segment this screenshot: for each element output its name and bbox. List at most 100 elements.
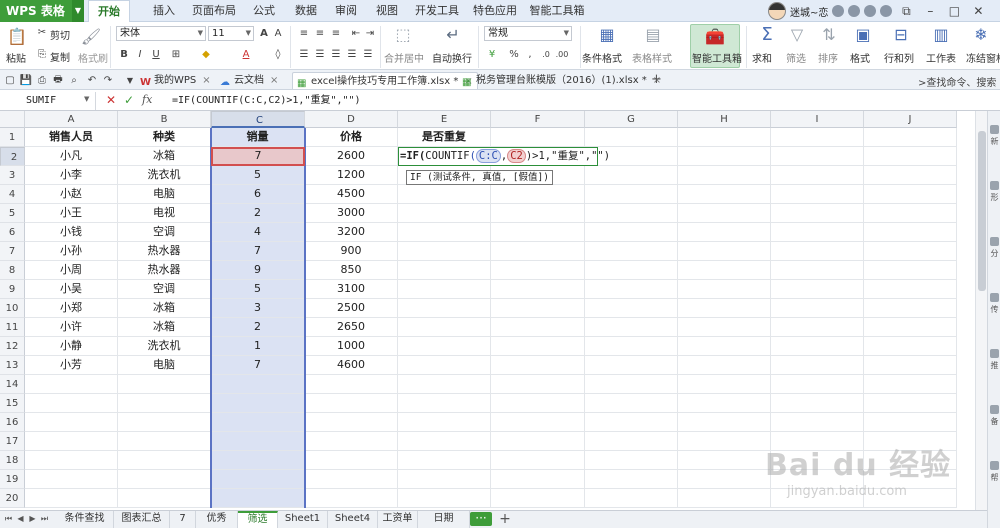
cell[interactable] — [678, 489, 771, 508]
font-grow-icon[interactable]: A — [258, 27, 270, 39]
align-middle-icon[interactable]: ≡ — [314, 27, 326, 39]
underline-icon[interactable]: U — [150, 48, 162, 60]
cell[interactable] — [771, 413, 864, 432]
cell[interactable] — [678, 223, 771, 242]
sum-button[interactable]: 求和 — [752, 50, 772, 65]
row-header[interactable]: 20 — [0, 489, 25, 508]
table-cell[interactable]: 热水器 — [118, 261, 211, 280]
print-icon[interactable]: 🖶 — [52, 74, 64, 86]
sort-button[interactable]: 排序 — [818, 50, 838, 65]
table-cell[interactable]: 2 — [211, 318, 305, 337]
cell[interactable] — [491, 185, 585, 204]
vertical-scrollbar[interactable] — [975, 111, 987, 510]
cell[interactable] — [678, 128, 771, 147]
cell[interactable] — [864, 375, 957, 394]
cell[interactable] — [118, 394, 211, 413]
paste-icon[interactable]: 📋 — [6, 26, 28, 46]
cell[interactable] — [771, 470, 864, 489]
table-style-button[interactable]: 表格样式 — [632, 50, 672, 65]
cell[interactable] — [118, 375, 211, 394]
sheet-tab[interactable]: 日期 — [418, 511, 470, 528]
font-name-select[interactable]: 宋体 ▼ — [116, 26, 206, 41]
cell[interactable] — [25, 451, 118, 470]
table-cell[interactable]: 小凡 — [25, 147, 118, 166]
cell[interactable] — [864, 470, 957, 489]
row-header[interactable]: 12 — [0, 337, 25, 356]
function-icon[interactable]: fx — [142, 93, 152, 106]
table-cell[interactable]: 4 — [211, 223, 305, 242]
next-sheet-icon[interactable]: ▶ — [28, 512, 37, 526]
new-tab-icon[interactable]: + — [651, 72, 662, 87]
toolbox-icon[interactable]: 🧰 — [704, 26, 726, 46]
sheet-tab[interactable]: 优秀 — [196, 511, 238, 528]
cell[interactable] — [398, 394, 491, 413]
row-header[interactable]: 13 — [0, 356, 25, 375]
cell[interactable] — [585, 223, 678, 242]
skin-icon[interactable] — [832, 5, 845, 17]
currency-icon[interactable]: ¥ — [486, 48, 498, 60]
feedback-icon[interactable] — [880, 5, 893, 17]
cell[interactable] — [864, 280, 957, 299]
right-panel-item[interactable]: 传 — [988, 293, 1000, 333]
cell[interactable] — [398, 451, 491, 470]
cell[interactable] — [211, 489, 305, 508]
cell[interactable] — [864, 432, 957, 451]
cancel-icon[interactable]: ✕ — [106, 93, 116, 107]
table-cell[interactable]: 1 — [211, 337, 305, 356]
cell[interactable] — [585, 451, 678, 470]
cell[interactable] — [211, 451, 305, 470]
sheet-tab[interactable]: 工资单 — [378, 511, 418, 528]
cell[interactable] — [305, 375, 398, 394]
table-cell[interactable]: 电视 — [118, 204, 211, 223]
row-header[interactable]: 19 — [0, 470, 25, 489]
tab-menu-7[interactable]: 开发工具 — [412, 0, 462, 22]
cell[interactable] — [771, 375, 864, 394]
cell[interactable] — [585, 470, 678, 489]
table-cell[interactable]: 2 — [211, 204, 305, 223]
close-icon[interactable]: × — [270, 75, 278, 86]
paste-button[interactable]: 粘贴 — [6, 50, 26, 65]
cell[interactable] — [118, 413, 211, 432]
row-header[interactable]: 16 — [0, 413, 25, 432]
scroll-thumb[interactable] — [978, 131, 986, 291]
percent-icon[interactable]: % — [508, 48, 520, 60]
cell[interactable] — [305, 413, 398, 432]
table-cell[interactable]: 9 — [211, 261, 305, 280]
cell[interactable] — [305, 470, 398, 489]
bold-icon[interactable]: B — [118, 48, 130, 60]
sheet-tab[interactable]: 7 — [170, 511, 196, 528]
cell[interactable] — [864, 394, 957, 413]
minimize-icon[interactable]: – — [920, 2, 940, 20]
sort-icon[interactable]: ⇅ — [818, 24, 840, 44]
align-bottom-icon[interactable]: ≡ — [330, 27, 342, 39]
fill-color-icon[interactable]: ◆ — [200, 48, 212, 60]
tab-menu-5[interactable]: 审阅 — [330, 0, 362, 22]
brush-icon[interactable]: 🖌 — [80, 26, 102, 46]
column-header-b[interactable]: B — [118, 111, 211, 128]
doc-tab-cloud[interactable]: ☁ 云文档 × — [220, 72, 278, 89]
table-cell[interactable]: 900 — [305, 242, 398, 261]
spreadsheet-grid[interactable]: A B C D E F G H I J 1 销售人员 种类 销量 价格 是否重复 2 小凡 冰箱 7 2600 3 小李 洗衣… — [0, 111, 975, 510]
cell[interactable] — [118, 489, 211, 508]
table-cell[interactable]: 空调 — [118, 223, 211, 242]
cell[interactable] — [585, 489, 678, 508]
add-sheet-button[interactable]: + — [498, 511, 512, 527]
tab-home[interactable]: 开始 — [88, 0, 130, 23]
cell[interactable] — [771, 185, 864, 204]
table-cell[interactable]: 2600 — [305, 147, 398, 166]
table-cell[interactable]: 小孙 — [25, 242, 118, 261]
cell[interactable] — [585, 185, 678, 204]
cell[interactable] — [585, 394, 678, 413]
row-header[interactable]: 5 — [0, 204, 25, 223]
table-cell[interactable]: 3200 — [305, 223, 398, 242]
preview-icon[interactable]: ⌕ — [68, 74, 80, 86]
column-header-e[interactable]: E — [398, 111, 491, 128]
cell[interactable] — [585, 432, 678, 451]
row-header[interactable]: 17 — [0, 432, 25, 451]
filter-button[interactable]: 筛选 — [786, 50, 806, 65]
format-button[interactable]: 格式 — [850, 50, 870, 65]
cell[interactable] — [585, 375, 678, 394]
merge-icon[interactable]: ⬚ — [392, 24, 414, 44]
row-header[interactable]: 15 — [0, 394, 25, 413]
cell[interactable] — [211, 375, 305, 394]
